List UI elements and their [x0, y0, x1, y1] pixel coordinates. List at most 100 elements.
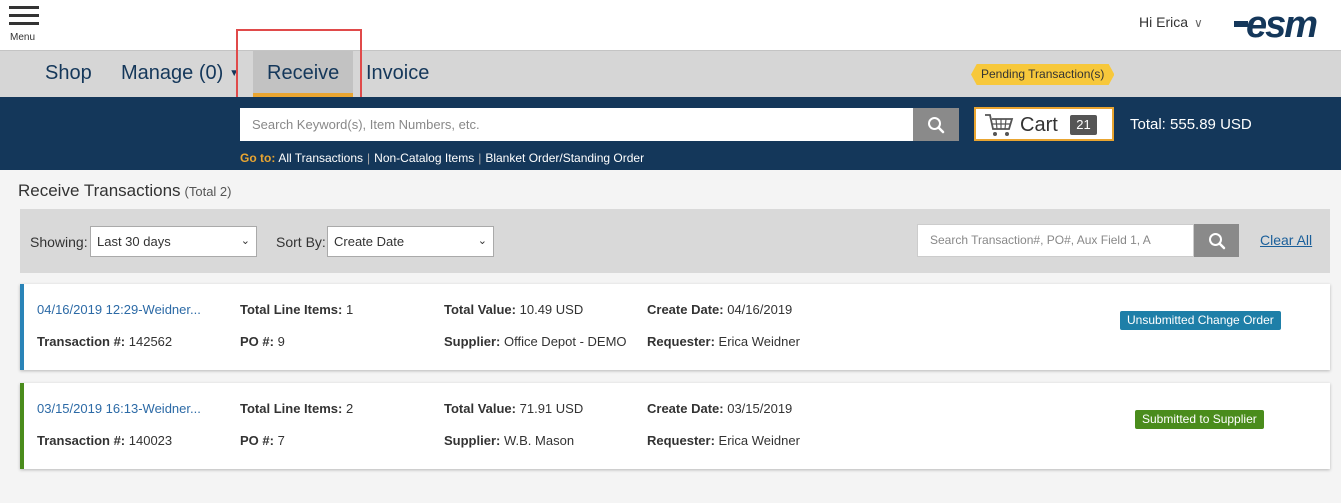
transaction-number: Transaction #: 140023 — [37, 433, 172, 448]
field-label: Supplier: — [444, 433, 501, 448]
transaction-title-link[interactable]: 03/15/2019 16:13-Weidner... — [37, 401, 201, 416]
sort-select[interactable]: Create Date ⌄ — [327, 226, 494, 257]
total-line-items: Total Line Items: 2 — [240, 401, 353, 416]
chevron-down-icon: ∨ — [1194, 16, 1203, 30]
supplier: Supplier: Office Depot - DEMO — [444, 334, 627, 349]
field-value: 7 — [277, 433, 285, 448]
transaction-search-button[interactable] — [1194, 224, 1239, 257]
esm-logo[interactable]: esm — [1234, 4, 1318, 47]
caret-down-icon: ▼ — [229, 67, 240, 79]
field-label: Supplier: — [444, 334, 501, 349]
search-icon — [928, 116, 945, 133]
nav-receive-label: Receive — [267, 62, 340, 84]
field-label: Create Date: — [647, 401, 724, 416]
nav-invoice-label: Invoice — [366, 62, 430, 84]
pending-transactions-badge[interactable]: Pending Transaction(s) — [971, 64, 1115, 85]
field-label: Transaction #: — [37, 433, 126, 448]
create-date: Create Date: 03/15/2019 — [647, 401, 792, 416]
page-title-text: Receive Transactions — [18, 181, 181, 200]
transaction-card: 03/15/2019 16:13-Weidner... Transaction … — [20, 383, 1330, 469]
status-badge: Submitted to Supplier — [1135, 410, 1264, 429]
nav-shop[interactable]: Shop — [45, 51, 92, 97]
search-container — [240, 108, 959, 141]
greeting-text: Hi Erica — [1139, 14, 1189, 30]
status-stripe — [20, 284, 24, 370]
chevron-down-icon: ⌄ — [477, 235, 487, 247]
po-number: PO #: 7 — [240, 433, 285, 448]
field-value: 03/15/2019 — [727, 401, 793, 416]
field-value: W.B. Mason — [503, 433, 575, 448]
page-total-count: (Total 2) — [184, 184, 232, 199]
shopping-cart-icon — [985, 114, 1014, 136]
clear-all-link[interactable]: Clear All — [1260, 232, 1312, 248]
nav-manage-label: Manage (0) — [121, 62, 224, 84]
supplier: Supplier: W.B. Mason — [444, 433, 574, 448]
hamburger-icon-bar — [9, 14, 39, 17]
goto-links: Go to: All Transactions | Non-Catalog Items… — [240, 151, 644, 165]
page-title: Receive Transactions (Total 2) — [18, 181, 232, 201]
field-label: Transaction #: — [37, 334, 126, 349]
nav-receive[interactable]: Receive — [253, 51, 354, 97]
field-label: Requester: — [647, 433, 715, 448]
field-label: Total Value: — [444, 302, 516, 317]
cart-label: Cart — [1020, 114, 1058, 136]
goto-label: Go to: — [240, 151, 276, 165]
cart-count-badge: 21 — [1070, 115, 1097, 135]
transaction-title-link[interactable]: 04/16/2019 12:29-Weidner... — [37, 302, 201, 317]
field-value: 140023 — [128, 433, 173, 448]
goto-all-transactions-link[interactable]: All Transactions — [278, 151, 363, 165]
field-value: 10.49 USD — [519, 302, 584, 317]
filter-bar: Showing: Last 30 days ⌄ Sort By: Create … — [20, 209, 1330, 273]
menu-button[interactable]: Menu — [9, 6, 41, 46]
nav-shop-label: Shop — [45, 62, 92, 84]
menu-label: Menu — [10, 32, 36, 43]
transaction-search-input[interactable]: Search Transaction#, PO#, Aux Field 1, A — [917, 224, 1194, 257]
user-menu[interactable]: Hi Erica ∨ — [1139, 14, 1203, 30]
total-value: Total Value: 10.49 USD — [444, 302, 583, 317]
field-label: Requester: — [647, 334, 715, 349]
field-label: Create Date: — [647, 302, 724, 317]
chevron-down-icon: ⌄ — [240, 235, 250, 247]
nav-invoice[interactable]: Invoice — [366, 51, 429, 97]
field-value: 2 — [345, 401, 354, 416]
goto-non-catalog-link[interactable]: Non-Catalog Items — [374, 151, 474, 165]
transaction-card: 04/16/2019 12:29-Weidner... Transaction … — [20, 284, 1330, 370]
cart-total: Total: 555.89 USD — [1130, 116, 1252, 133]
requester: Requester: Erica Weidner — [647, 334, 800, 349]
requester: Requester: Erica Weidner — [647, 433, 800, 448]
showing-select[interactable]: Last 30 days ⌄ — [90, 226, 257, 257]
hamburger-icon-bar — [9, 22, 39, 25]
po-number: PO #: 9 — [240, 334, 285, 349]
goto-blanket-order-link[interactable]: Blanket Order/Standing Order — [485, 151, 644, 165]
field-label: PO #: — [240, 433, 274, 448]
nav-manage[interactable]: Manage (0) ▼ — [121, 51, 239, 97]
create-date: Create Date: 04/16/2019 — [647, 302, 792, 317]
main-nav: Shop Manage (0) ▼ Receive Invoice — [0, 50, 1341, 97]
field-value: 71.91 USD — [519, 401, 584, 416]
total-line-items: Total Line Items: 1 — [240, 302, 353, 317]
field-value: Erica Weidner — [718, 334, 800, 349]
field-label: Total Value: — [444, 401, 516, 416]
field-label: Total Line Items: — [240, 302, 343, 317]
field-label: PO #: — [240, 334, 274, 349]
search-bar-region: Cart 21 Total: 555.89 USD Go to:All Tran… — [0, 97, 1341, 170]
hamburger-icon — [9, 6, 39, 9]
transaction-number: Transaction #: 142562 — [37, 334, 172, 349]
status-stripe — [20, 383, 24, 469]
field-label: Total Line Items: — [240, 401, 343, 416]
sort-label: Sort By: — [276, 234, 326, 250]
divider: | — [478, 151, 482, 165]
top-bar: Menu Hi Erica ∨ esm — [0, 0, 1341, 50]
cart-button[interactable]: Cart 21 — [974, 107, 1114, 141]
search-input[interactable] — [240, 108, 913, 141]
search-button[interactable] — [913, 108, 959, 141]
field-value: Office Depot - DEMO — [503, 334, 627, 349]
field-value: 142562 — [128, 334, 173, 349]
status-badge: Unsubmitted Change Order — [1120, 311, 1281, 330]
search-icon — [1208, 232, 1225, 249]
field-value: 1 — [345, 302, 354, 317]
logo-text: esm — [1246, 4, 1318, 46]
field-value: 9 — [277, 334, 285, 349]
sort-value: Create Date — [334, 234, 405, 249]
field-value: Erica Weidner — [718, 433, 800, 448]
